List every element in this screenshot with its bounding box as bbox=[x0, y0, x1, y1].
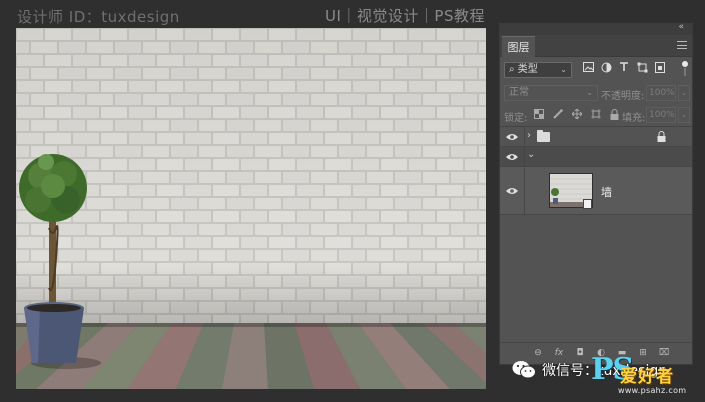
filter-kind-label: 类型 bbox=[517, 64, 538, 75]
layer-row-wall[interactable]: 墙 bbox=[500, 167, 692, 215]
fill-dropdown-button[interactable]: ⌄ bbox=[678, 107, 690, 123]
collapse-group-icon[interactable]: ⌄ bbox=[527, 149, 535, 160]
image-filter-icon[interactable] bbox=[582, 62, 594, 75]
expand-group-icon[interactable]: › bbox=[527, 130, 531, 141]
adjustment-filter-icon[interactable] bbox=[600, 62, 612, 75]
designer-credit: 设计师 ID：tuxdesign bbox=[17, 8, 180, 26]
filter-toggle-switch[interactable] bbox=[682, 61, 688, 77]
wechat-icon bbox=[512, 361, 536, 379]
fill-input[interactable]: 100% bbox=[646, 107, 676, 123]
tab-layers[interactable]: 图层 bbox=[502, 36, 535, 57]
blend-row: 正常 ⌄ 不透明度: 100% ⌄ bbox=[500, 83, 692, 105]
layer-filter-row: ⌕ 类型 ⌄ bbox=[500, 57, 692, 83]
lock-transparency-icon[interactable] bbox=[533, 109, 544, 121]
filter-kind-select[interactable]: ⌕ 类型 ⌄ bbox=[504, 62, 572, 78]
lock-all-icon[interactable] bbox=[609, 109, 620, 121]
panel-header: 图层 bbox=[500, 35, 692, 57]
opacity-label: 不透明度: bbox=[601, 91, 645, 102]
search-icon: ⌕ bbox=[509, 64, 515, 75]
eye-icon[interactable] bbox=[506, 187, 518, 195]
chevron-down-icon: ⌄ bbox=[586, 88, 593, 97]
potted-plant-image bbox=[19, 154, 101, 369]
site-name: 爱好者 bbox=[620, 367, 674, 387]
layer-row-group-open[interactable]: ⌄ bbox=[500, 147, 692, 167]
new-layer-icon[interactable]: ⊞ bbox=[637, 347, 649, 359]
add-mask-icon[interactable]: ◘ bbox=[574, 347, 586, 359]
folder-icon bbox=[537, 130, 550, 142]
fill-label: 填充: bbox=[622, 113, 646, 124]
document-canvas[interactable] bbox=[16, 28, 486, 389]
link-layers-icon[interactable]: ⊖ bbox=[532, 347, 544, 359]
fx-icon[interactable]: fx bbox=[553, 347, 565, 359]
shape-filter-icon[interactable] bbox=[636, 62, 648, 75]
blend-mode-select[interactable]: 正常 ⌄ bbox=[504, 85, 598, 101]
layer-name[interactable]: 墙 bbox=[601, 184, 612, 200]
type-filter-icon[interactable] bbox=[618, 62, 630, 75]
lock-image-pixels-icon[interactable] bbox=[552, 109, 563, 121]
lock-artboard-icon[interactable] bbox=[590, 109, 601, 121]
eye-icon[interactable] bbox=[506, 133, 518, 141]
series-title: UI｜视觉设计｜PS教程 bbox=[325, 7, 485, 25]
blend-mode-value: 正常 bbox=[509, 87, 529, 98]
eye-icon[interactable] bbox=[506, 153, 518, 161]
smart-object-filter-icon[interactable] bbox=[654, 62, 666, 75]
lock-row: 锁定: 填充: 100% ⌄ bbox=[500, 105, 692, 127]
layer-row-group[interactable]: › bbox=[500, 127, 692, 147]
lock-position-icon[interactable] bbox=[571, 108, 582, 121]
panel-title-bar[interactable]: « bbox=[500, 22, 692, 35]
layers-panel: « 图层 ⌕ 类型 ⌄ 正常 ⌄ 不透明度: 100% ⌄ 锁定: 填充: 10… bbox=[499, 22, 693, 365]
site-url: www.psahz.com bbox=[618, 386, 687, 395]
delete-layer-icon[interactable]: ⌧ bbox=[658, 347, 670, 359]
smart-object-badge-icon bbox=[583, 199, 592, 209]
panel-menu-icon[interactable] bbox=[677, 41, 687, 49]
opacity-dropdown-button[interactable]: ⌄ bbox=[678, 85, 690, 101]
collapse-panel-icon[interactable]: « bbox=[678, 22, 684, 32]
layers-list: › ⌄ 墙 bbox=[500, 127, 692, 215]
lock-label: 锁定: bbox=[504, 113, 528, 124]
chevron-down-icon: ⌄ bbox=[560, 65, 567, 74]
layer-lock-icon[interactable] bbox=[657, 131, 666, 142]
opacity-input[interactable]: 100% bbox=[646, 85, 676, 101]
